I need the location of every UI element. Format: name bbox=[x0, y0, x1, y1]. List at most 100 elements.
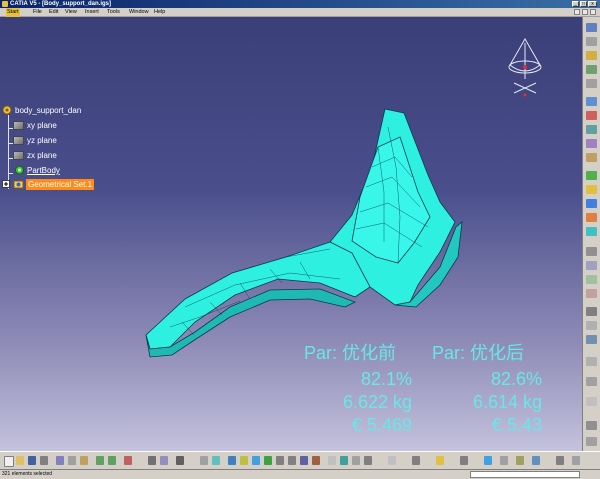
doc-minimize-icon[interactable] bbox=[574, 9, 580, 15]
zoom-out-icon[interactable] bbox=[288, 456, 296, 465]
3d-viewport[interactable]: body_support_dan xy plane yz plane zx pl… bbox=[0, 17, 582, 451]
save-icon[interactable] bbox=[28, 456, 36, 465]
overlay-before-mass: 6.622 kg bbox=[342, 392, 412, 412]
join-tool-icon[interactable] bbox=[586, 171, 597, 180]
extrude-tool-icon[interactable] bbox=[586, 97, 597, 106]
copy-icon[interactable] bbox=[68, 456, 76, 465]
revolve-tool-icon[interactable] bbox=[586, 111, 597, 120]
redo-icon[interactable] bbox=[108, 456, 116, 465]
status-bar: 321 elements selected bbox=[0, 469, 600, 479]
maximize-button[interactable]: □ bbox=[580, 1, 587, 7]
update-icon[interactable] bbox=[212, 456, 220, 465]
compass-icon[interactable] bbox=[500, 35, 550, 105]
print-icon[interactable] bbox=[40, 456, 48, 465]
sketch-icon[interactable] bbox=[586, 23, 597, 32]
tree-connector bbox=[8, 173, 13, 174]
scale-tool-icon[interactable] bbox=[586, 289, 597, 298]
part-root-icon bbox=[2, 105, 12, 115]
magnifier-icon[interactable] bbox=[500, 456, 508, 465]
depth-effect-icon[interactable] bbox=[460, 456, 468, 465]
overlay-header-after: Par: 优化后 bbox=[432, 343, 525, 363]
overlay-after-mass: 6.614 kg bbox=[472, 392, 542, 412]
fit-all-icon[interactable] bbox=[240, 456, 248, 465]
expand-icon[interactable] bbox=[2, 180, 10, 188]
plane-icon bbox=[13, 136, 24, 145]
axis-tool-icon[interactable] bbox=[586, 79, 597, 88]
loft-tool-icon[interactable] bbox=[586, 153, 597, 162]
analysis-tool-icon[interactable] bbox=[586, 335, 597, 344]
open-file-icon[interactable] bbox=[16, 456, 24, 465]
status-message: 321 elements selected bbox=[2, 471, 53, 477]
measure-tool-icon[interactable] bbox=[586, 357, 597, 366]
filter-icon[interactable] bbox=[572, 456, 580, 465]
tree-root-label[interactable]: body_support_dan bbox=[15, 105, 81, 116]
view-mode-icon[interactable] bbox=[532, 456, 540, 465]
plane-tool-icon[interactable] bbox=[586, 37, 597, 46]
menu-file[interactable]: File bbox=[32, 8, 43, 17]
menu-start[interactable]: Start bbox=[6, 8, 20, 17]
cut-icon[interactable] bbox=[56, 456, 64, 465]
fill-tool-icon[interactable] bbox=[586, 139, 597, 148]
rotate-view-icon[interactable] bbox=[264, 456, 272, 465]
menu-view[interactable]: View bbox=[64, 8, 78, 17]
catalog-icon[interactable] bbox=[200, 456, 208, 465]
menu-help[interactable]: Help bbox=[153, 8, 166, 17]
tree-item-xy-plane[interactable]: xy plane bbox=[27, 120, 57, 131]
paste-icon[interactable] bbox=[80, 456, 88, 465]
split-tool-icon[interactable] bbox=[586, 185, 597, 194]
undo-icon[interactable] bbox=[96, 456, 104, 465]
properties-icon[interactable] bbox=[388, 456, 396, 465]
tree-item-geometrical-set[interactable]: Geometrical Set.1 bbox=[26, 179, 95, 190]
fillet-tool-icon[interactable] bbox=[586, 227, 597, 236]
extract-tool-icon[interactable] bbox=[586, 307, 597, 316]
doc-restore-icon[interactable] bbox=[582, 9, 588, 15]
boundary-tool-icon[interactable] bbox=[586, 321, 597, 330]
tree-item-yz-plane[interactable]: yz plane bbox=[27, 135, 57, 146]
point-tool-icon[interactable] bbox=[586, 51, 597, 60]
pan-icon[interactable] bbox=[252, 456, 260, 465]
draft-tool-icon[interactable] bbox=[586, 397, 597, 406]
multi-view-icon[interactable] bbox=[312, 456, 320, 465]
close-button[interactable]: x bbox=[588, 1, 597, 7]
whats-this-icon[interactable] bbox=[124, 456, 132, 465]
zoom-in-icon[interactable] bbox=[276, 456, 284, 465]
lighting-icon[interactable] bbox=[436, 456, 444, 465]
menu-edit[interactable]: Edit bbox=[48, 8, 59, 17]
hide-show-icon[interactable] bbox=[352, 456, 360, 465]
normal-view-icon[interactable] bbox=[300, 456, 308, 465]
menu-insert[interactable]: Insert bbox=[84, 8, 100, 17]
overlay-header-before: Par: 优化前 bbox=[304, 343, 397, 363]
macro-icon[interactable] bbox=[176, 456, 184, 465]
iso-view-icon[interactable] bbox=[328, 456, 336, 465]
knowledge-tool-icon[interactable] bbox=[586, 421, 597, 430]
trim-tool-icon[interactable] bbox=[586, 199, 597, 208]
tree-item-partbody[interactable]: PartBody bbox=[27, 165, 60, 176]
line-tool-icon[interactable] bbox=[586, 65, 597, 74]
new-file-icon[interactable] bbox=[4, 456, 14, 467]
swap-space-icon[interactable] bbox=[364, 456, 372, 465]
menu-window[interactable]: Window bbox=[128, 8, 150, 17]
right-toolbar bbox=[582, 17, 600, 451]
minimize-button[interactable]: _ bbox=[572, 1, 579, 7]
law-tool-icon[interactable] bbox=[586, 377, 597, 386]
tree-item-zx-plane[interactable]: zx plane bbox=[27, 150, 57, 161]
window-title: CATIA V5 - [Body_support_dan.igs] bbox=[10, 1, 112, 7]
command-input[interactable] bbox=[470, 471, 580, 478]
ground-icon[interactable] bbox=[484, 456, 492, 465]
symmetry-tool-icon[interactable] bbox=[586, 275, 597, 284]
comment-icon[interactable] bbox=[160, 456, 168, 465]
sweep-tool-icon[interactable] bbox=[586, 125, 597, 134]
offset-tool-icon[interactable] bbox=[586, 213, 597, 222]
axis-system-icon[interactable] bbox=[586, 437, 597, 446]
overlay-after-ratio: 82.6% bbox=[490, 369, 542, 389]
render-style-icon[interactable] bbox=[516, 456, 524, 465]
rotate-tool-icon[interactable] bbox=[586, 261, 597, 270]
graphic-properties-icon[interactable] bbox=[412, 456, 420, 465]
formula-icon[interactable] bbox=[148, 456, 156, 465]
layer-icon[interactable] bbox=[556, 456, 564, 465]
translate-tool-icon[interactable] bbox=[586, 247, 597, 256]
doc-close-icon[interactable] bbox=[590, 9, 596, 15]
menu-tools[interactable]: Tools bbox=[106, 8, 121, 17]
fly-mode-icon[interactable] bbox=[228, 456, 236, 465]
shading-icon[interactable] bbox=[340, 456, 348, 465]
